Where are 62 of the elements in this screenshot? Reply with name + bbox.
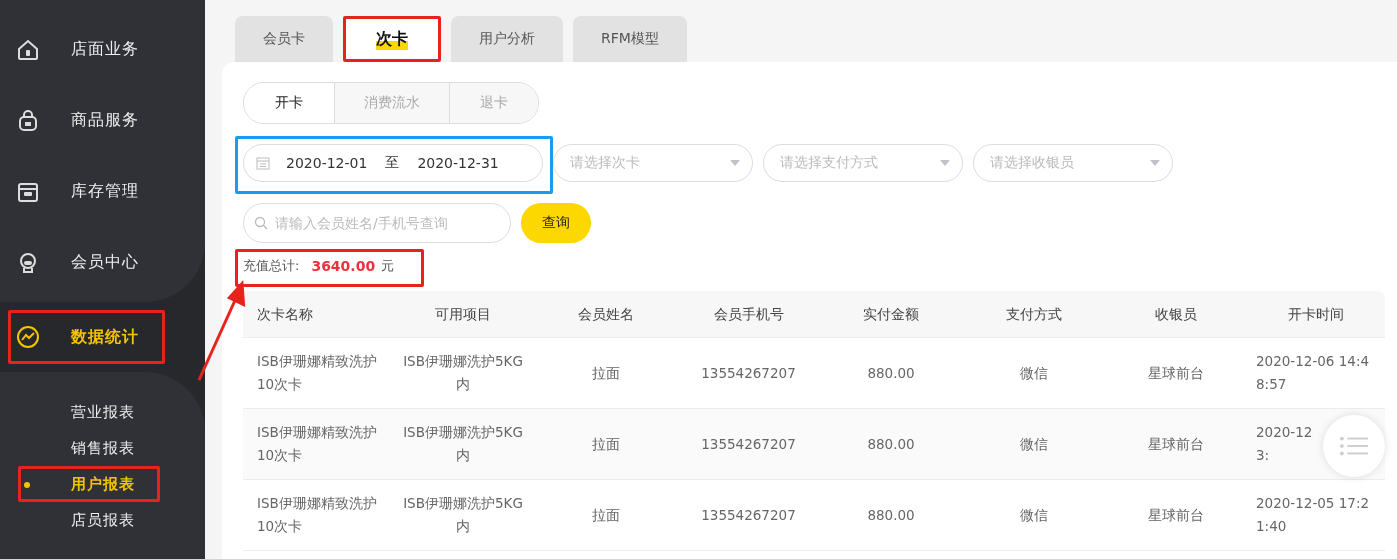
column-header: 实付金额: [862, 304, 920, 324]
column-header: 会员姓名: [577, 304, 635, 324]
table-cell-text: 拉面: [592, 505, 620, 525]
caret-icon: [1150, 160, 1160, 166]
table-cell-text: ISB伊珊娜洗护5KG 内: [403, 494, 523, 536]
submenu-item[interactable]: 营业报表: [18, 394, 160, 430]
table-cell-text: 微信: [1019, 434, 1048, 454]
sidebar-item[interactable]: 数据统计: [8, 310, 165, 364]
table-cell-text: 13554267207: [701, 434, 796, 454]
chart-icon: [16, 325, 40, 349]
search-icon: [254, 216, 268, 230]
submenu-item[interactable]: 店员报表: [18, 502, 160, 538]
sidebar-item[interactable]: 店面业务: [0, 14, 205, 85]
sidebar-item[interactable]: 商品服务: [0, 85, 205, 156]
table-cell-text: 2020-12-05 17:2 1:40: [1256, 494, 1370, 536]
house-icon: [16, 37, 40, 62]
table-cell-text: 13554267207: [701, 363, 796, 383]
submenu-item[interactable]: 用户报表: [18, 466, 160, 502]
column-header: 次卡名称: [256, 304, 314, 324]
end-date: 2020-12-31: [417, 155, 499, 171]
bag-icon: [16, 108, 40, 133]
sidebar-item[interactable]: 库存管理: [0, 156, 205, 227]
caret-icon: [730, 160, 740, 166]
start-date: 2020-12-01: [286, 155, 368, 171]
column-header: 会员手机号: [712, 304, 785, 324]
table-cell-text: 星球前台: [1148, 505, 1204, 525]
tab[interactable]: RFM模型: [573, 16, 687, 62]
tab[interactable]: 会员卡: [235, 16, 333, 62]
table-cell-text: 星球前台: [1148, 434, 1204, 454]
query-button[interactable]: 查询: [521, 203, 591, 243]
column-header: 可用项目: [434, 304, 492, 324]
column-header: 支付方式: [1004, 304, 1063, 324]
table-cell-text: ISB伊珊娜精致洗护 10次卡: [257, 352, 377, 394]
total-amount: 3640.00: [311, 258, 376, 274]
sidebar-item[interactable]: 会员中心: [0, 227, 205, 298]
search-field[interactable]: 请输入会员姓名/手机号查询: [243, 203, 511, 243]
table-cell-text: 880.00: [867, 505, 915, 525]
table-cell-text: 2020-12-06 14:4 8:57: [1256, 352, 1370, 394]
table-cell-text: 13554267207: [701, 505, 796, 525]
table-cell-text: 拉面: [592, 363, 620, 383]
table-cell-text: 拉面: [592, 434, 620, 454]
column-header: 开卡时间: [1287, 304, 1345, 324]
submenu-item[interactable]: 销售报表: [18, 430, 160, 466]
calendar-icon: [256, 156, 270, 170]
date-separator: 至: [385, 154, 400, 172]
caret-icon: [940, 160, 950, 166]
table-cell-text: 星球前台: [1148, 363, 1204, 383]
table-cell-text: ISB伊珊娜精致洗护 10次卡: [257, 423, 377, 465]
tab[interactable]: 用户分析: [451, 16, 563, 62]
table-cell-text: ISB伊珊娜洗护5KG 内: [403, 423, 523, 465]
table-cell-text: 2020-12 3:: [1256, 423, 1313, 465]
table-cell-text: 880.00: [867, 363, 915, 383]
currency-unit: 元: [381, 257, 395, 275]
active-dot-icon: [24, 482, 30, 488]
column-header: 收银员: [1154, 304, 1198, 324]
table-cell-text: ISB伊珊娜洗护5KG 内: [403, 352, 523, 394]
table-cell-text: ISB伊珊娜精致洗护 10次卡: [257, 494, 377, 536]
table-cell-text: 微信: [1019, 505, 1048, 525]
table-cell-text: 微信: [1019, 363, 1048, 383]
table-cell-text: 880.00: [867, 434, 915, 454]
list-icon: [1340, 435, 1368, 457]
total-label: 充值总计:: [243, 257, 300, 275]
